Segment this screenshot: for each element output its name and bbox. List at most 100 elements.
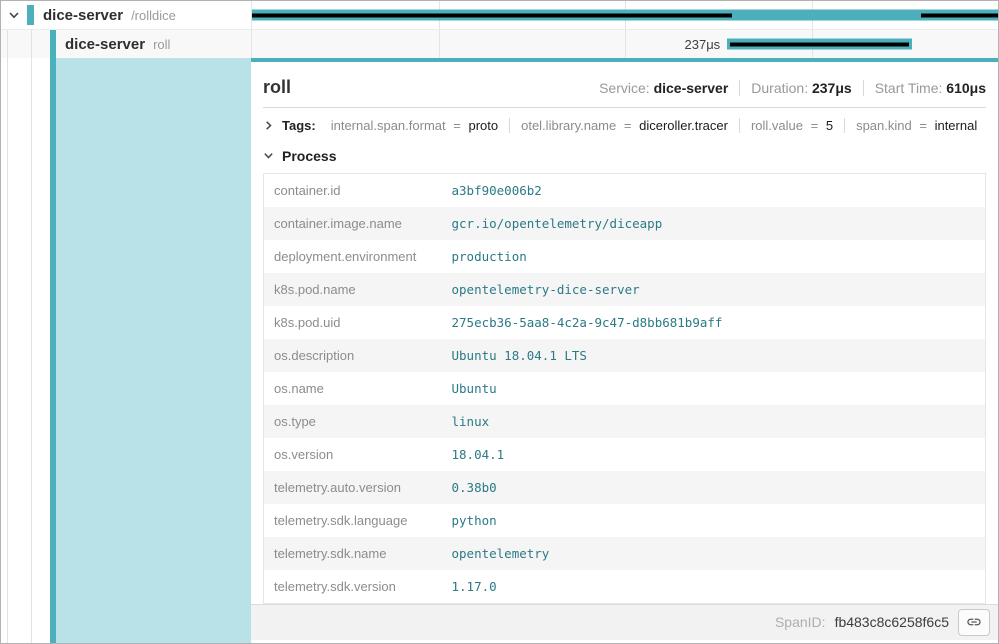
meta-label: Service: <box>599 80 650 96</box>
process-row: telemetry.sdk.version 1.17.0 <box>264 570 986 604</box>
chevron-down-icon[interactable] <box>1 9 27 21</box>
span-row-rolldice[interactable]: dice-server /rolldice <box>1 1 998 30</box>
process-row: os.description Ubuntu 18.04.1 LTS <box>264 339 986 372</box>
tag-value: 5 <box>826 118 833 133</box>
meta-label: Duration: <box>751 80 808 96</box>
process-value: production <box>442 240 986 273</box>
process-key: telemetry.sdk.language <box>264 504 442 537</box>
span-tree-gutter <box>1 58 251 643</box>
process-row: k8s.pod.name opentelemetry-dice-server <box>264 273 986 306</box>
tag-value: diceroller.tracer <box>639 118 728 133</box>
tag-equals: = <box>453 118 461 133</box>
meta-item: Service: dice-server <box>588 80 739 96</box>
process-key: telemetry.auto.version <box>264 471 442 504</box>
span-meta: Service: dice-server Duration: 237μs Sta… <box>588 80 986 96</box>
process-value: 0.38b0 <box>442 471 986 504</box>
process-key: container.id <box>264 173 442 207</box>
spanid-value: fb483c8c6258f6c5 <box>835 614 949 630</box>
tags-section-label[interactable]: Tags: <box>282 118 316 133</box>
tag-key: span.kind <box>856 118 912 133</box>
tree-guide-line <box>7 58 8 643</box>
timeline-cell[interactable] <box>251 1 998 29</box>
process-value: opentelemetry <box>442 537 986 570</box>
process-key: os.name <box>264 372 442 405</box>
process-row: telemetry.sdk.language python <box>264 504 986 537</box>
process-section-label[interactable]: Process <box>282 148 336 164</box>
process-key: os.description <box>264 339 442 372</box>
chevron-down-icon[interactable] <box>263 150 274 161</box>
process-row: container.image.name gcr.io/opentelemetr… <box>264 207 986 240</box>
process-row: telemetry.sdk.name opentelemetry <box>264 537 986 570</box>
timeline-cell[interactable]: 237μs <box>251 30 998 58</box>
spanid-label: SpanID: <box>775 614 826 630</box>
process-value: 275ecb36-5aa8-4c2a-9c47-d8bb681b9aff <box>442 306 986 339</box>
meta-value: 237μs <box>812 80 852 96</box>
span-name-cell[interactable]: dice-server roll <box>1 30 251 58</box>
process-key: os.version <box>264 438 442 471</box>
process-value: Ubuntu <box>442 372 986 405</box>
service-name: dice-server <box>43 7 123 24</box>
process-value: opentelemetry-dice-server <box>442 273 986 306</box>
tags-list: internal.span.format = proto otel.librar… <box>320 118 989 133</box>
process-value: linux <box>442 405 986 438</box>
process-value: 1.17.0 <box>442 570 986 604</box>
tag-key: roll.value <box>751 118 803 133</box>
process-row: os.version 18.04.1 <box>264 438 986 471</box>
process-value: Ubuntu 18.04.1 LTS <box>442 339 986 372</box>
timeline-gridline <box>625 30 626 58</box>
tree-guide-line <box>7 30 8 58</box>
process-value: gcr.io/opentelemetry/diceapp <box>442 207 986 240</box>
tag-key: internal.span.format <box>331 118 446 133</box>
process-value: a3bf90e006b2 <box>442 173 986 207</box>
operation-name: /rolldice <box>131 8 176 23</box>
meta-item: Duration: 237μs <box>739 80 862 96</box>
tag-equals: = <box>919 118 927 133</box>
process-row: container.id a3bf90e006b2 <box>264 173 986 207</box>
link-icon <box>966 614 982 630</box>
process-key: os.type <box>264 405 442 438</box>
tag-item: roll.value = 5 <box>739 118 844 133</box>
tag-item: otel.library.name = diceroller.tracer <box>509 118 739 133</box>
meta-value: dice-server <box>654 80 729 96</box>
tag-item: span.kind = internal <box>844 118 988 133</box>
span-bar-roll[interactable]: 237μs <box>727 39 912 50</box>
span-title: roll <box>263 77 291 98</box>
process-row: os.name Ubuntu <box>264 372 986 405</box>
tags-section[interactable]: Tags: internal.span.format = proto otel.… <box>251 108 998 139</box>
process-section-toggle[interactable]: Process <box>251 139 998 171</box>
tree-guide-line <box>31 58 32 643</box>
span-detail-header: roll Service: dice-server Duration: 237μ… <box>251 62 998 107</box>
meta-value: 610μs <box>946 80 986 96</box>
process-value: 18.04.1 <box>442 438 986 471</box>
process-table: container.id a3bf90e006b2 container.imag… <box>263 173 986 604</box>
span-bar-rolldice[interactable] <box>252 10 998 21</box>
self-time-segment <box>730 42 909 46</box>
jaeger-trace-view: dice-server /rolldice dice-server roll <box>0 0 999 644</box>
span-name-cell[interactable]: dice-server /rolldice <box>1 1 251 29</box>
process-key: container.image.name <box>264 207 442 240</box>
process-row: telemetry.auto.version 0.38b0 <box>264 471 986 504</box>
process-row: deployment.environment production <box>264 240 986 273</box>
span-duration-label: 237μs <box>685 37 721 52</box>
process-value: python <box>442 504 986 537</box>
deep-link-button[interactable] <box>958 609 990 636</box>
process-key: k8s.pod.uid <box>264 306 442 339</box>
meta-label: Start Time: <box>875 80 943 96</box>
tag-value: proto <box>468 118 498 133</box>
span-detail-footer: SpanID: fb483c8c6258f6c5 <box>251 604 998 640</box>
tag-key: otel.library.name <box>521 118 616 133</box>
tag-item: internal.span.format = proto <box>320 118 509 133</box>
self-time-segment <box>921 13 998 17</box>
service-color-bar <box>27 5 34 25</box>
span-row-roll[interactable]: dice-server roll 237μs <box>1 30 998 58</box>
span-detail-panel: roll Service: dice-server Duration: 237μ… <box>251 58 998 643</box>
process-key: k8s.pod.name <box>264 273 442 306</box>
process-row: k8s.pod.uid 275ecb36-5aa8-4c2a-9c47-d8bb… <box>264 306 986 339</box>
self-time-segment <box>252 13 732 17</box>
meta-item: Start Time: 610μs <box>863 80 986 96</box>
service-name: dice-server <box>65 36 145 53</box>
process-key: telemetry.sdk.version <box>264 570 442 604</box>
chevron-right-icon[interactable] <box>263 120 274 131</box>
tag-equals: = <box>811 118 819 133</box>
timeline-gridline <box>439 30 440 58</box>
